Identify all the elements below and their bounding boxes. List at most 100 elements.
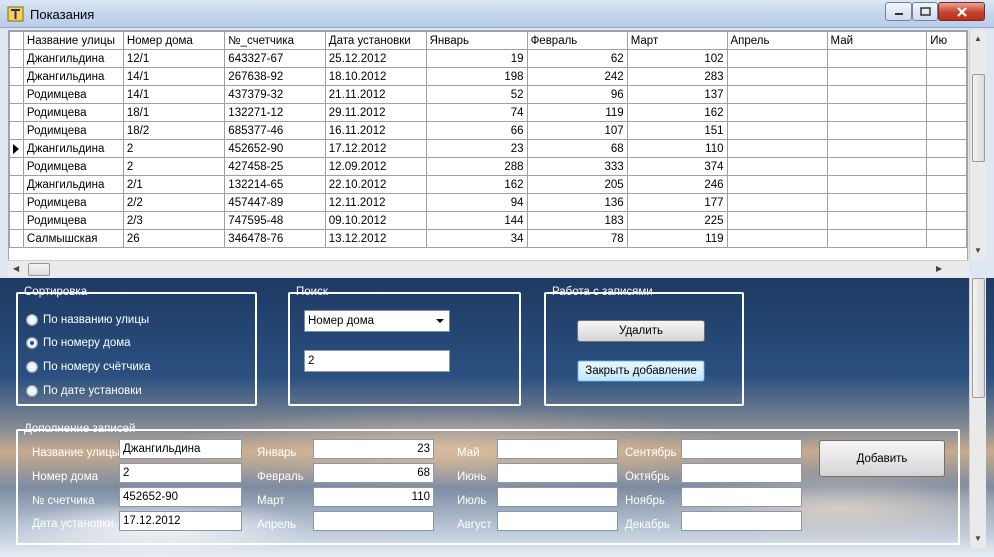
table-cell[interactable]	[926, 193, 967, 212]
table-cell[interactable]: 2/2	[122, 193, 226, 212]
table-cell[interactable]	[926, 157, 967, 176]
table-cell[interactable]	[926, 229, 967, 248]
column-header[interactable]: Название улицы	[22, 31, 124, 50]
table-cell[interactable]: 162	[425, 175, 528, 194]
table-cell[interactable]: 132271-12	[224, 103, 326, 122]
table-cell[interactable]: Родимцева	[22, 103, 124, 122]
table-cell[interactable]	[926, 211, 967, 230]
column-header[interactable]: Номер дома	[122, 31, 226, 50]
delete-button[interactable]: Удалить	[577, 320, 705, 342]
table-cell[interactable]: Родимцева	[22, 121, 124, 140]
sort-option-street[interactable]: По названию улицы	[26, 314, 149, 326]
table-cell[interactable]: 18/1	[122, 103, 226, 122]
table-cell[interactable]: 09.10.2012	[324, 211, 427, 230]
month-input-may[interactable]	[497, 439, 618, 459]
grid-vscroll-thumb[interactable]	[972, 74, 985, 162]
table-cell[interactable]	[726, 103, 828, 122]
table-cell[interactable]: 267638-92	[224, 67, 326, 86]
row-header[interactable]	[9, 121, 24, 140]
form-vscroll-thumb[interactable]	[972, 278, 985, 398]
row-header[interactable]	[9, 229, 24, 248]
table-cell[interactable]: 23	[425, 139, 528, 158]
sort-option-house[interactable]: По номеру дома	[26, 337, 131, 349]
table-cell[interactable]	[726, 139, 828, 158]
row-header[interactable]	[9, 157, 24, 176]
table-cell[interactable]: 346478-76	[224, 229, 326, 248]
table-cell[interactable]: 246	[626, 175, 728, 194]
row-header[interactable]	[9, 193, 24, 212]
table-cell[interactable]	[826, 193, 928, 212]
table-row[interactable]: Джангильдина 2/1 132214-65 22.10.2012 162 205…	[9, 175, 967, 194]
row-header[interactable]	[9, 175, 24, 194]
table-cell[interactable]	[826, 229, 928, 248]
month-input-jul[interactable]	[497, 487, 618, 507]
table-cell[interactable]: Салмышская	[22, 229, 124, 248]
row-header[interactable]	[9, 211, 24, 230]
table-cell[interactable]	[926, 121, 967, 140]
table-cell[interactable]: 374	[626, 157, 728, 176]
table-row[interactable]: Родимцева 18/1 132271-12 29.11.2012 74 119 162	[9, 103, 967, 122]
month-input-jun[interactable]	[497, 463, 618, 483]
table-cell[interactable]: 177	[626, 193, 728, 212]
close-add-button[interactable]: Закрыть добавление	[577, 360, 705, 382]
table-cell[interactable]	[726, 157, 828, 176]
table-cell[interactable]: 13.12.2012	[324, 229, 427, 248]
table-cell[interactable]: Родимцева	[22, 157, 124, 176]
table-cell[interactable]	[826, 211, 928, 230]
column-header[interactable]: №_счетчика	[224, 31, 326, 50]
table-cell[interactable]: 12.11.2012	[324, 193, 427, 212]
table-cell[interactable]	[826, 49, 928, 68]
month-input-feb[interactable]: 68	[313, 463, 434, 483]
meter-input[interactable]: 452652-90	[119, 487, 242, 507]
form-vertical-scrollbar[interactable]: ▼	[969, 278, 986, 548]
scroll-down-icon[interactable]: ▼	[974, 246, 982, 255]
table-cell[interactable]	[926, 67, 967, 86]
scroll-right-icon[interactable]: ▶	[936, 264, 942, 273]
table-cell[interactable]: 183	[526, 211, 628, 230]
table-cell[interactable]: 12.09.2012	[324, 157, 427, 176]
readings-grid[interactable]: Название улицы Номер дома №_счетчика Дата у…	[8, 30, 968, 277]
table-cell[interactable]: 198	[425, 67, 528, 86]
table-row[interactable]: Родимцева 14/1 437379-32 21.11.2012 52 96 137	[9, 85, 967, 104]
table-cell[interactable]	[826, 121, 928, 140]
table-cell[interactable]: 205	[526, 175, 628, 194]
table-cell[interactable]: 66	[425, 121, 528, 140]
row-header[interactable]	[9, 139, 24, 158]
table-row[interactable]: Родимцева 2 427458-25 12.09.2012 288 333 374	[9, 157, 967, 176]
month-input-nov[interactable]	[681, 487, 802, 507]
table-cell[interactable]	[926, 103, 967, 122]
table-cell[interactable]	[726, 211, 828, 230]
table-cell[interactable]	[726, 193, 828, 212]
month-input-dec[interactable]	[681, 511, 802, 531]
table-cell[interactable]: Родимцева	[22, 193, 124, 212]
table-cell[interactable]: 19	[425, 49, 528, 68]
table-row[interactable]: Родимцева 18/2 685377-46 16.11.2012 66 107 151	[9, 121, 967, 140]
table-cell[interactable]: 18.10.2012	[324, 67, 427, 86]
table-cell[interactable]	[826, 103, 928, 122]
table-cell[interactable]	[826, 85, 928, 104]
column-header[interactable]: Март	[626, 31, 728, 50]
table-cell[interactable]	[726, 175, 828, 194]
scroll-up-icon[interactable]: ▲	[974, 34, 982, 43]
table-cell[interactable]	[926, 85, 967, 104]
table-row[interactable]: Родимцева 2/2 457447-89 12.11.2012 94 136 177	[9, 193, 967, 212]
table-cell[interactable]	[726, 229, 828, 248]
table-cell[interactable]	[726, 49, 828, 68]
row-header[interactable]	[9, 103, 24, 122]
table-row[interactable]: Джангильдина 12/1 643327-67 25.12.2012 19 62 1…	[9, 49, 967, 68]
table-cell[interactable]: 2	[122, 139, 226, 158]
table-cell[interactable]: 29.11.2012	[324, 103, 427, 122]
radio-icon[interactable]	[26, 314, 38, 326]
table-cell[interactable]	[726, 67, 828, 86]
column-header[interactable]: Май	[826, 31, 928, 50]
column-header[interactable]: Февраль	[526, 31, 628, 50]
table-cell[interactable]: 102	[626, 49, 728, 68]
table-cell[interactable]: 96	[526, 85, 628, 104]
table-cell[interactable]: 21.11.2012	[324, 85, 427, 104]
table-cell[interactable]	[826, 139, 928, 158]
table-row[interactable]: Джангильдина 14/1 267638-92 18.10.2012 198 24…	[9, 67, 967, 86]
table-cell[interactable]: 2	[122, 157, 226, 176]
table-cell[interactable]: 685377-46	[224, 121, 326, 140]
table-cell[interactable]: Джангильдина	[22, 139, 124, 158]
date-input[interactable]: 17.12.2012	[119, 511, 242, 531]
